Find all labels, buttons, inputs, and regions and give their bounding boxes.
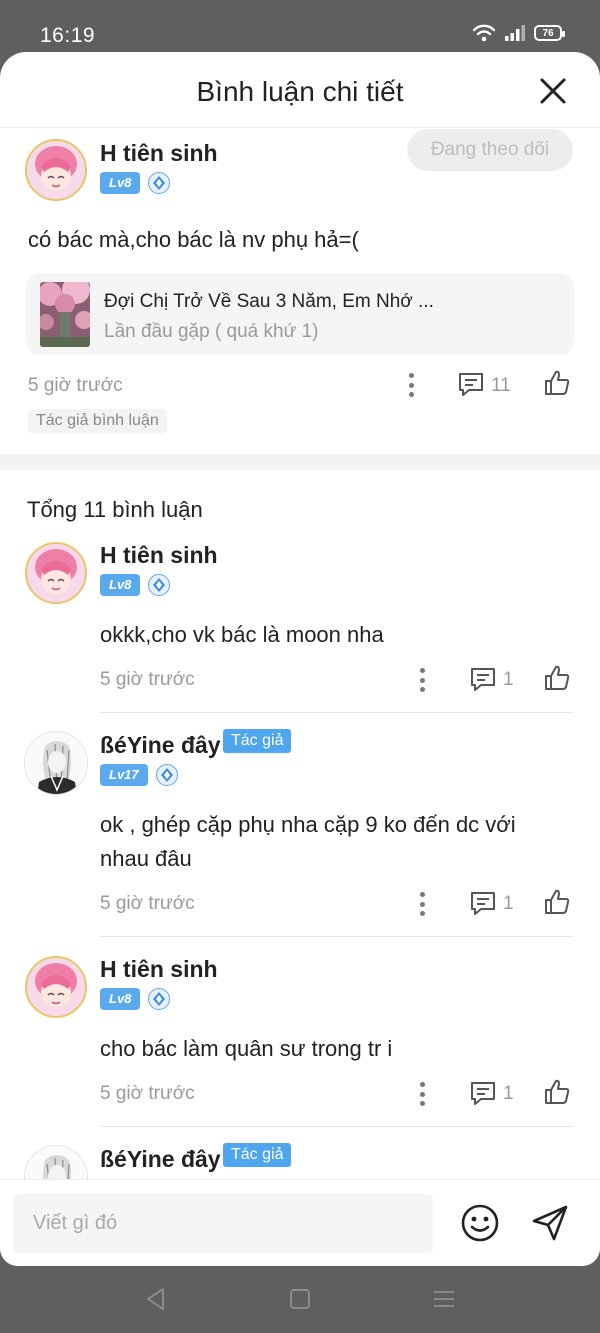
username[interactable]: H tiên sinh — [100, 956, 218, 983]
section-divider — [0, 454, 600, 470]
status-icons: 76 — [472, 24, 565, 42]
reply-time: 5 giờ trước — [100, 893, 195, 914]
username[interactable]: H tiên sinh — [100, 140, 218, 167]
send-icon[interactable] — [530, 1203, 570, 1243]
reply-count: 1 — [503, 893, 514, 914]
level-badge: Lv8 — [100, 574, 141, 596]
comment-input-bar — [0, 1179, 600, 1266]
reply-time: 5 giờ trước — [100, 669, 195, 690]
username[interactable]: ßéYine đây — [100, 732, 221, 759]
comment-input[interactable] — [13, 1194, 433, 1253]
battery-icon: 76 — [534, 25, 565, 41]
reply-icon[interactable] — [469, 1080, 497, 1106]
emoji-icon[interactable] — [460, 1203, 500, 1243]
user-badges: Lv17 — [100, 764, 178, 786]
book-chapter: Lần đầu gặp ( quá khứ 1) — [104, 321, 319, 342]
author-tag: Tác giả — [223, 1143, 292, 1167]
avatar[interactable] — [24, 731, 88, 795]
page-title: Bình luận chi tiết — [196, 76, 404, 107]
comment-time: 5 giờ trước — [28, 375, 123, 396]
system-nav-bar — [0, 1266, 600, 1333]
reply-text: ok , ghép cặp phụ nha cặp 9 ko đến dc vớ… — [100, 812, 516, 871]
diamond-icon — [148, 988, 171, 1010]
book-cover-image — [40, 282, 90, 347]
user-badges: Lv8 — [100, 172, 171, 194]
more-options-icon[interactable] — [419, 668, 425, 692]
reply-text: cho bác làm quân sư trong tr i — [100, 1036, 393, 1061]
avatar-sketch-icon — [25, 1146, 87, 1179]
reply-count: 11 — [491, 375, 511, 396]
status-time: 16:19 — [40, 24, 96, 47]
back-icon[interactable] — [143, 1286, 169, 1312]
avatar-pink-hair-icon — [25, 542, 87, 604]
reply-count: 1 — [503, 1083, 514, 1104]
home-icon[interactable] — [287, 1286, 313, 1312]
more-options-icon[interactable] — [408, 373, 414, 397]
user-badges: Lv8 — [100, 574, 171, 596]
reply-count: 1 — [503, 669, 514, 690]
signal-icon — [505, 25, 525, 41]
avatar[interactable] — [24, 1145, 88, 1179]
follow-button[interactable]: Đang theo dõi — [407, 129, 573, 171]
user-badges: Lv8 — [100, 988, 171, 1010]
comment-text: có bác mà,cho bác là nv phụ hả=( — [28, 227, 359, 252]
diamond-icon — [148, 574, 171, 596]
replies-total: Tổng 11 bình luận — [27, 497, 203, 522]
avatar-sketch-icon — [25, 732, 87, 794]
status-bar: 16:19 76 — [0, 0, 600, 60]
avatar[interactable] — [24, 541, 88, 605]
level-badge: Lv8 — [100, 172, 141, 194]
menu-icon[interactable] — [431, 1286, 457, 1312]
item-divider — [100, 712, 573, 713]
close-icon[interactable] — [538, 76, 568, 106]
item-divider — [100, 936, 573, 937]
reply-text: okkk,cho vk bác là moon nha — [100, 622, 384, 647]
like-icon[interactable] — [543, 1078, 571, 1106]
item-divider — [100, 1126, 573, 1127]
reply-icon[interactable] — [469, 666, 497, 692]
avatar[interactable] — [24, 955, 88, 1019]
reply-time: 5 giờ trước — [100, 1083, 195, 1104]
author-tag: Tác giả — [223, 729, 292, 753]
sheet-header: Bình luận chi tiết — [0, 52, 600, 128]
username[interactable]: ßéYine đây — [100, 1146, 221, 1173]
like-icon[interactable] — [543, 664, 571, 692]
more-options-icon[interactable] — [419, 892, 425, 916]
like-icon[interactable] — [543, 888, 571, 916]
book-card[interactable]: Đợi Chị Trở Về Sau 3 Năm, Em Nhớ ... Lần… — [26, 273, 574, 355]
reply-icon[interactable] — [469, 890, 497, 916]
level-badge: Lv8 — [100, 988, 141, 1010]
author-comment-tag: Tác giả bình luận — [28, 409, 167, 433]
level-badge: Lv17 — [100, 764, 148, 786]
username[interactable]: H tiên sinh — [100, 542, 218, 569]
comments-scroll[interactable]: H tiên sinh Lv8 Đang theo dõi có bác mà,… — [0, 129, 600, 1179]
like-icon[interactable] — [543, 369, 571, 397]
more-options-icon[interactable] — [419, 1082, 425, 1106]
avatar-pink-hair-icon — [25, 139, 87, 201]
comment-detail-sheet: Bình luận chi tiết H tiên sinh Lv8 Đang … — [0, 52, 600, 1266]
diamond-icon — [148, 172, 171, 194]
book-title: Đợi Chị Trở Về Sau 3 Năm, Em Nhớ ... — [104, 291, 434, 312]
avatar[interactable] — [24, 138, 88, 202]
avatar-pink-hair-icon — [25, 956, 87, 1018]
reply-icon[interactable] — [457, 371, 485, 397]
wifi-icon — [472, 24, 496, 42]
diamond-icon — [155, 764, 178, 786]
